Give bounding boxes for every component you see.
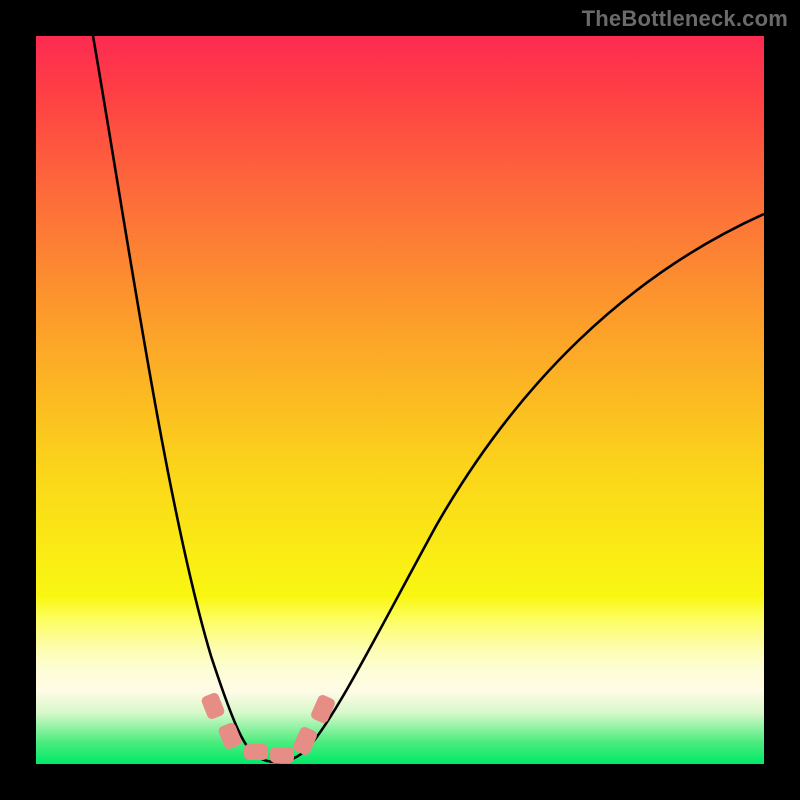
curve-right-branch <box>276 214 764 762</box>
chart-plot-area <box>36 36 764 764</box>
curve-marker <box>244 744 268 760</box>
bottleneck-curve <box>36 36 764 764</box>
curve-marker <box>270 747 294 763</box>
curve-left-branch <box>93 36 276 762</box>
watermark-text: TheBottleneck.com <box>582 6 788 32</box>
